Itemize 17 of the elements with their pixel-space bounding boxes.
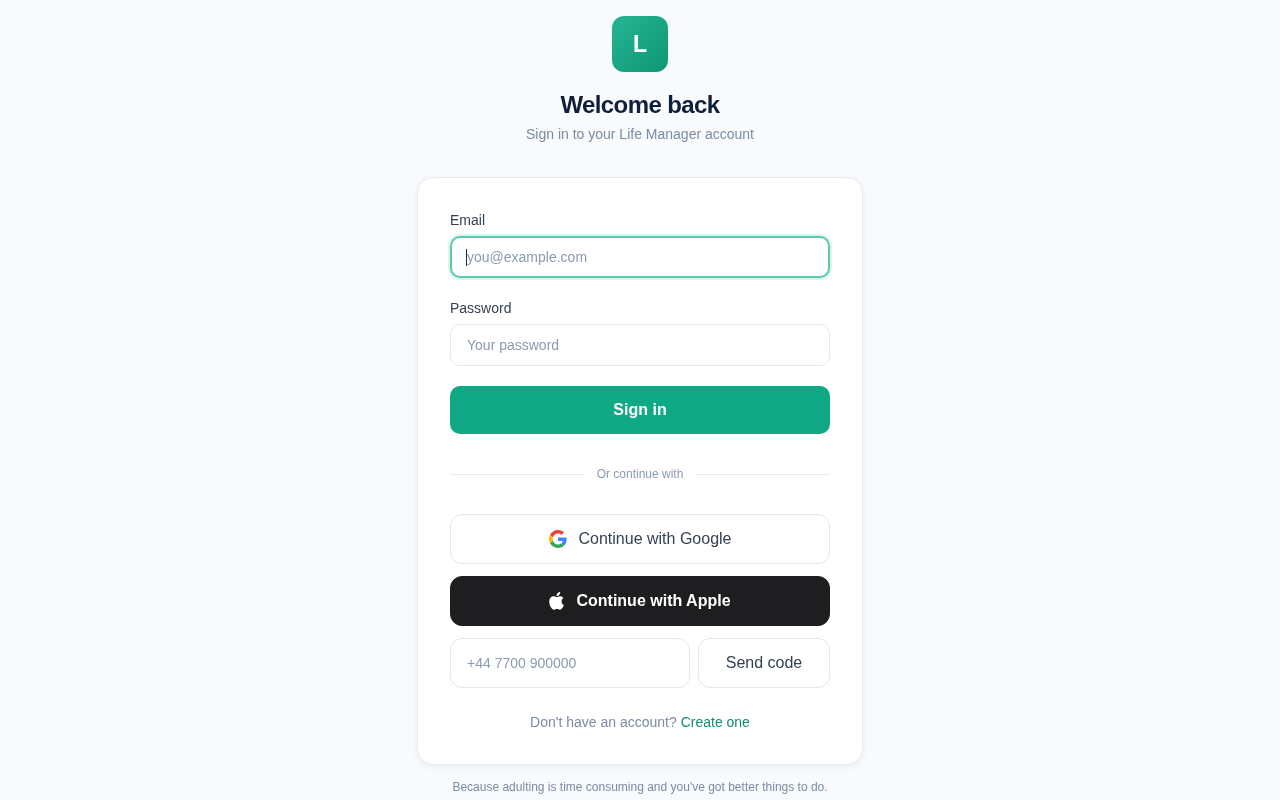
google-sign-in-button[interactable]: Continue with Google	[450, 514, 830, 564]
create-account-link[interactable]: Create one	[680, 714, 750, 730]
field-label: Email	[450, 211, 485, 230]
apple-icon	[549, 592, 565, 610]
page-subtitle: Sign in to your Life Manager account	[526, 125, 754, 144]
divider-label: Or continue with	[595, 466, 685, 482]
sign-up-prompt: Don't have an account? Create one	[529, 713, 751, 732]
field-label: Password	[450, 299, 512, 318]
logo-letter: L	[632, 30, 648, 58]
page-title: Welcome back	[560, 90, 720, 120]
g-logo-icon	[548, 530, 567, 548]
phone-number-field[interactable]: +44 7700 900000	[450, 638, 690, 688]
send-code-button[interactable]: Send code	[698, 638, 830, 688]
apple-sign-in-button[interactable]: Continue with Apple	[450, 576, 830, 626]
footer-tagline: Because adulting is time consuming and you've got better things to do.	[452, 779, 828, 795]
input-field[interactable]: you@example.com	[450, 236, 830, 278]
text-cursor-icon	[466, 249, 467, 266]
